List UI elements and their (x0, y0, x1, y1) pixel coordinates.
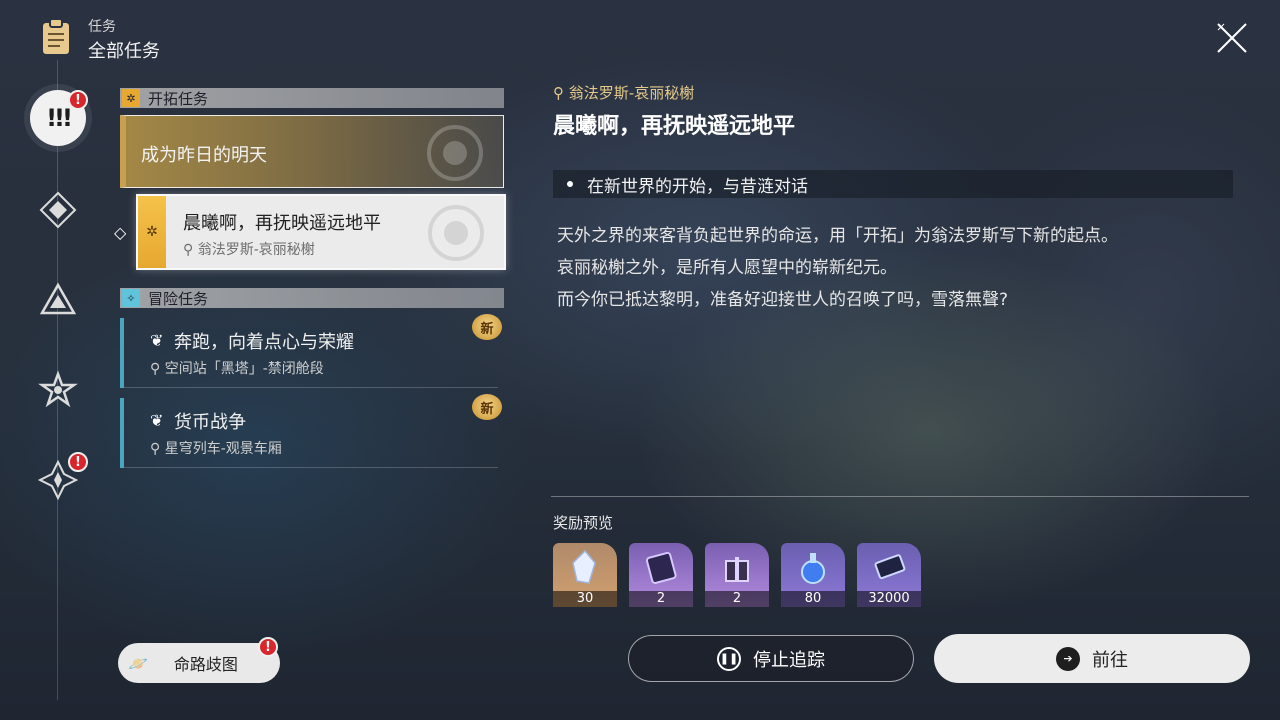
quest-title: 奔跑，向着点心与荣耀 (174, 332, 354, 353)
quest-location: ⚲ 星穹列车-观景车厢 (150, 438, 282, 458)
adventure-quest-icon: ❦ (150, 331, 164, 350)
objective-text: 在新世界的开始，与昔涟对话 (587, 176, 808, 197)
triangle-icon (39, 282, 77, 315)
close-button[interactable] (1212, 18, 1252, 58)
quest-card-completed[interactable]: 成为昨日的明天 (120, 115, 504, 188)
planet-icon: 🪐 (128, 653, 148, 673)
bullet-icon (567, 181, 573, 187)
alert-badge: ! (258, 637, 278, 657)
trailblaze-emblem-icon (428, 205, 484, 261)
enter-icon: ➔ (1056, 646, 1080, 671)
quest-location-text: 星穹列车-观景车厢 (164, 441, 282, 457)
quest-card-adventure[interactable]: ❦ 货币战争 ⚲ 星穹列车-观景车厢 新 (120, 394, 502, 468)
crystal-icon (553, 543, 617, 591)
stop-tracking-label: 停止追踪 (753, 649, 825, 671)
header-category: 任务 (88, 19, 116, 35)
divider (551, 496, 1249, 497)
alert-badge: ! (68, 90, 88, 110)
quest-card-selected[interactable]: ✲ 晨曦啊，再抚映遥远地平 ⚲ 翁法罗斯-哀丽秘榭 (136, 194, 506, 270)
description-line: 而今你已抵达黎明，准备好迎接世人的召唤了吗，雪落無聲? (557, 290, 1009, 310)
divider (124, 467, 498, 468)
quest-location: ⚲ 空间站「黑塔」-禁闭舱段 (150, 358, 324, 378)
potion-icon (781, 543, 845, 591)
pass-icon (629, 543, 693, 591)
reward-item[interactable]: 80 (781, 543, 845, 607)
rail-tab-companion[interactable] (36, 278, 80, 322)
selected-indicator-icon: ◇ (114, 223, 127, 242)
quest-title: 晨曦啊，再抚映遥远地平 (183, 213, 381, 234)
reward-item[interactable]: 2 (629, 543, 693, 607)
stop-tracking-button[interactable]: ❚❚ 停止追踪 (628, 635, 914, 682)
adventure-section-icon: ✧ (122, 289, 140, 307)
reward-item[interactable]: 30 (553, 543, 617, 607)
location-pin-icon: ⚲ (150, 361, 161, 377)
quest-title: 成为昨日的明天 (141, 145, 267, 166)
section-label: 冒险任务 (148, 289, 209, 308)
all-quests-icon: !!! (46, 104, 73, 132)
quest-location: ⚲ 翁法罗斯-哀丽秘榭 (183, 239, 315, 259)
map-button[interactable]: 🪐 命路歧图 (118, 643, 280, 683)
trailblaze-section-icon: ✲ (122, 89, 140, 107)
go-button[interactable]: ➔ 前往 (934, 634, 1250, 683)
trailblaze-quest-icon: ✲ (138, 196, 166, 268)
divider (124, 387, 498, 388)
credit-icon (857, 543, 921, 591)
quest-title: 货币战争 (174, 412, 246, 433)
gift-box-icon (705, 543, 769, 591)
detail-location-text: 翁法罗斯-哀丽秘榭 (568, 84, 695, 102)
detail-title: 晨曦啊，再抚映遥远地平 (553, 114, 796, 139)
new-badge: 新 (472, 314, 502, 340)
description-line: 天外之界的来客背负起世界的命运，用「开拓」为翁法罗斯写下新的起点。 (557, 226, 1118, 246)
go-button-label: 前往 (1092, 649, 1128, 671)
reward-preview-label: 奖励预览 (553, 514, 614, 532)
location-pin-icon: ⚲ (183, 242, 194, 258)
section-label: 开拓任务 (148, 89, 209, 108)
reward-count: 2 (629, 591, 693, 607)
quest-log-icon (40, 18, 72, 56)
location-pin-icon: ⚲ (150, 441, 161, 457)
detail-location: ⚲ 翁法罗斯-哀丽秘榭 (553, 82, 694, 103)
reward-count: 30 (553, 591, 617, 607)
reward-item[interactable]: 32000 (857, 543, 921, 607)
quest-location-text: 空间站「黑塔」-禁闭舱段 (164, 361, 324, 377)
reward-count: 32000 (857, 591, 921, 607)
trailblaze-diamond-icon (39, 191, 77, 229)
objective-bar: 在新世界的开始，与昔涟对话 (553, 170, 1233, 198)
location-pin-icon: ⚲ (553, 84, 564, 102)
quest-card-adventure[interactable]: ❦ 奔跑，向着点心与荣耀 ⚲ 空间站「黑塔」-禁闭舱段 新 (120, 314, 502, 388)
rail-tab-adventure[interactable] (36, 368, 80, 412)
quest-description: 天外之界的来客背负起世界的命运，用「开拓」为翁法罗斯写下新的起点。 哀丽秘榭之外… (557, 220, 1257, 316)
quest-location-text: 翁法罗斯-哀丽秘榭 (197, 242, 315, 258)
reward-item[interactable]: 2 (705, 543, 769, 607)
reward-count: 80 (781, 591, 845, 607)
section-header-trailblaze: ✲ 开拓任务 (120, 88, 504, 108)
star-icon (38, 370, 78, 408)
map-button-label: 命路歧图 (173, 655, 238, 674)
description-line: 哀丽秘榭之外，是所有人愿望中的崭新纪元。 (557, 258, 897, 278)
trailblaze-emblem-icon (427, 125, 483, 181)
section-header-adventure: ✧ 冒险任务 (120, 288, 504, 308)
page-title: 全部任务 (88, 41, 160, 62)
rail-tab-trailblaze[interactable] (36, 188, 80, 232)
close-icon (1217, 23, 1247, 53)
pause-icon: ❚❚ (717, 646, 741, 671)
adventure-quest-icon: ❦ (150, 411, 164, 430)
new-badge: 新 (472, 394, 502, 420)
reward-count: 2 (705, 591, 769, 607)
alert-badge: ! (68, 452, 88, 472)
